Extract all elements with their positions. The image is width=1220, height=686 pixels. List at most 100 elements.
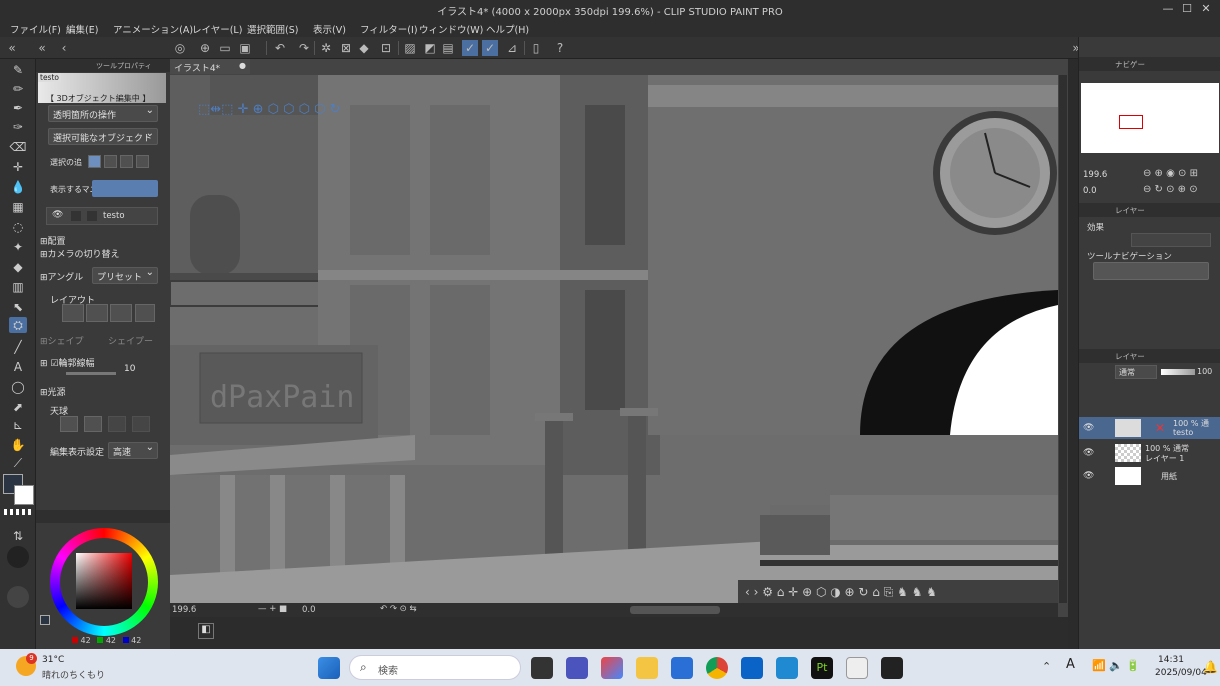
mini-main-color[interactable] xyxy=(40,615,50,625)
blend-mode-dropdown[interactable]: 通常 xyxy=(1115,365,1157,379)
blend-tool-icon[interactable]: 💧 xyxy=(9,179,27,195)
store-icon[interactable] xyxy=(671,657,693,679)
clock-date[interactable]: 2025/09/04 xyxy=(1155,668,1207,678)
airbrush-tool-icon[interactable]: ✑ xyxy=(9,119,27,135)
color-panel-tabs[interactable] xyxy=(36,510,170,523)
outlook-icon[interactable] xyxy=(741,657,763,679)
select-mode-2[interactable] xyxy=(104,155,117,168)
clock-time[interactable]: 14:31 xyxy=(1158,655,1184,665)
teams-icon[interactable] xyxy=(566,657,588,679)
layout-2-icon[interactable] xyxy=(86,304,108,322)
chrome-icon[interactable] xyxy=(706,657,728,679)
object-launcher-icons[interactable]: ‹ › ⚙ ⌂ ✛ ⊕ ⬡ ◑ ⊕ ↻ ⌂ ⎘ ♞ ♞ ♞ xyxy=(745,585,937,599)
hand-tool-icon[interactable]: ✋ xyxy=(9,437,27,453)
navigator-angle[interactable]: 0.0 xyxy=(1083,186,1097,196)
layer-row-1[interactable]: 👁 100 % 通常 レイヤー 1 xyxy=(1079,442,1220,464)
lock-box[interactable] xyxy=(71,211,81,221)
maximize-button[interactable]: ☐ xyxy=(1180,2,1194,16)
clip-studio-icon[interactable] xyxy=(846,657,868,679)
menu-window[interactable]: ウィンドウ(W) xyxy=(419,22,483,36)
horizontal-scrollbar[interactable] xyxy=(630,606,720,614)
outline-slider[interactable] xyxy=(66,372,116,375)
vertical-scrollbar[interactable] xyxy=(1059,75,1067,603)
layout-1-icon[interactable] xyxy=(62,304,84,322)
layer-row-paper[interactable]: 👁 用紙 xyxy=(1079,465,1220,487)
temperature[interactable]: 31°C xyxy=(42,655,64,665)
weather-text[interactable]: 晴れのちくもり xyxy=(42,668,105,681)
start-icon[interactable] xyxy=(318,657,340,679)
eraser-tool-icon[interactable]: ⌫ xyxy=(9,139,27,155)
3d-tool-icon[interactable]: ⛭ xyxy=(9,317,27,333)
navigator-rotate-controls[interactable]: ⊖ ↻ ⊙ ⊕ ⊙ xyxy=(1143,184,1198,195)
eye-icon[interactable]: 👁 xyxy=(1083,448,1094,458)
ime-indicator[interactable]: A xyxy=(1066,657,1075,672)
clip-studio-paint-icon[interactable] xyxy=(881,657,903,679)
close-button[interactable]: ✕ xyxy=(1199,2,1213,16)
tool-navigation-button[interactable] xyxy=(1093,262,1209,280)
sky-1-icon[interactable] xyxy=(60,416,78,432)
sky-3-icon[interactable] xyxy=(108,416,126,432)
eye-icon[interactable]: 👁 xyxy=(1083,423,1094,433)
select-mode-3[interactable] xyxy=(120,155,133,168)
opacity-value[interactable]: 100 xyxy=(1197,367,1212,376)
color-set-circle[interactable] xyxy=(7,586,29,608)
search-box[interactable]: ⌕ 検索 xyxy=(349,655,521,680)
navigator-viewport[interactable] xyxy=(1119,115,1143,129)
transparent-operation-dropdown[interactable]: 透明箇所の操作 xyxy=(48,105,158,122)
save-icon[interactable]: ▣ xyxy=(237,40,253,56)
tool-property-tab[interactable]: ツールプロパティ xyxy=(36,59,170,72)
section-placement[interactable]: ⊞配置 xyxy=(40,234,66,247)
frame-tool-icon[interactable]: ▦ xyxy=(9,199,27,215)
collapse-right-icon[interactable]: « xyxy=(34,40,50,56)
back-icon[interactable]: ‹ xyxy=(56,40,72,56)
menu-filter[interactable]: フィルター(I) xyxy=(360,22,418,36)
saturation-square[interactable] xyxy=(76,553,132,609)
angle-value[interactable]: 0.0 xyxy=(302,605,316,615)
redo-icon[interactable]: ↷ xyxy=(296,40,312,56)
opacity-slider[interactable] xyxy=(1161,369,1195,375)
color-history-circle[interactable] xyxy=(7,546,29,568)
3d-scene[interactable]: dPaxPain ⬚⇹⬚ ✛ ⊕ ⬡ ⬡ ⬡ ⬡ ↻ ‹ › ⚙ ⌂ ✛ ⊕ ⬡… xyxy=(170,75,1058,603)
display-setting-dropdown[interactable]: 高速 xyxy=(108,442,158,459)
menu-layer[interactable]: レイヤー(L) xyxy=(192,22,242,36)
layer-tab[interactable]: レイヤー xyxy=(1079,349,1220,363)
gradient-icon[interactable]: ◩ xyxy=(422,40,438,56)
text-tool-icon[interactable]: A xyxy=(9,359,27,375)
sky-4-icon[interactable] xyxy=(132,416,150,432)
vscode-icon[interactable] xyxy=(776,657,798,679)
sub-color-swatch[interactable] xyxy=(14,485,34,505)
menu-view[interactable]: 表示(V) xyxy=(313,22,346,36)
rotate-controls[interactable]: ↶ ↷ ⊙ ⇆ xyxy=(380,604,417,614)
layout-3-icon[interactable] xyxy=(110,304,132,322)
navigator-preview[interactable] xyxy=(1081,83,1219,153)
menu-file[interactable]: ファイル(F) xyxy=(10,22,61,36)
select-mode-1[interactable] xyxy=(88,155,101,168)
snap-special-icon[interactable]: ✓ xyxy=(482,40,498,56)
gradient-tool-icon[interactable]: ▥ xyxy=(9,279,27,295)
wand-tool-icon[interactable]: ✦ xyxy=(9,239,27,255)
help-icon[interactable]: ? xyxy=(552,40,568,56)
lasso-tool-icon[interactable]: ◌ xyxy=(9,219,27,235)
network-volume-battery-icons[interactable]: 📶 🔈 🔋 xyxy=(1092,659,1140,672)
collapse-icon[interactable]: « xyxy=(4,40,20,56)
section-camera[interactable]: ⊞カメラの切り替え xyxy=(40,247,120,260)
pencil-tool-icon[interactable]: ✏ xyxy=(9,81,27,97)
chevron-up-icon[interactable]: ⌃ xyxy=(1042,660,1051,673)
transform-icon[interactable]: ⊡ xyxy=(378,40,394,56)
move-tool-icon[interactable]: ✛ xyxy=(9,159,27,175)
menu-selection[interactable]: 選択範囲(S) xyxy=(247,22,298,36)
undo-icon[interactable]: ↶ xyxy=(272,40,288,56)
clip-studio-icon[interactable]: ◎ xyxy=(172,40,188,56)
menu-animation[interactable]: アニメーション(A) xyxy=(113,22,193,36)
angle-preset-dropdown[interactable]: プリセット xyxy=(92,267,158,284)
snap-icon[interactable]: ▤ xyxy=(440,40,456,56)
sky-2-icon[interactable] xyxy=(84,416,102,432)
copilot-icon[interactable] xyxy=(601,657,623,679)
3d-canvas[interactable]: dPaxPain ⬚⇹⬚ ✛ ⊕ ⬡ ⬡ ⬡ ⬡ ↻ ‹ › ⚙ ⌂ ✛ ⊕ ⬡… xyxy=(170,75,1058,603)
layer-row-testo[interactable]: 👁 ✕ 100 % 通 testo xyxy=(1079,417,1220,439)
fill-tool-icon[interactable]: ◆ xyxy=(9,259,27,275)
brush-tool-icon[interactable]: ✒ xyxy=(9,100,27,116)
snap-grid-icon[interactable]: ⊿ xyxy=(504,40,520,56)
device-icon[interactable]: ▯ xyxy=(528,40,544,56)
menu-edit[interactable]: 編集(E) xyxy=(66,22,98,36)
